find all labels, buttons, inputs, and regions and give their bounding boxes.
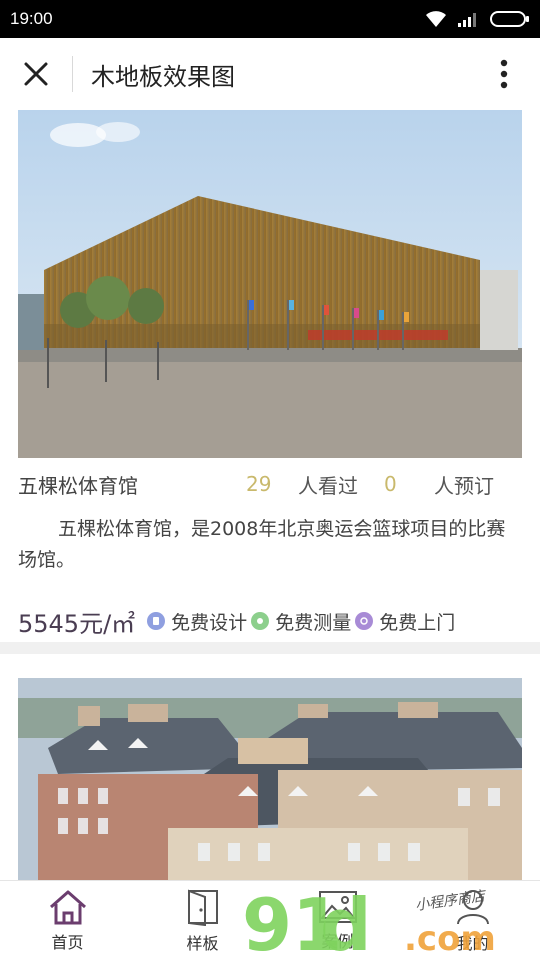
content-list[interactable]: 五棵松体育馆 29 人看过 0 人预订 五棵松体育馆，是2008年北京奥运会篮球…: [0, 110, 540, 880]
bottom-nav: 首页 样板 案例 我的: [0, 880, 540, 960]
measure-icon: [251, 612, 270, 630]
page-title: 木地板效果图: [91, 62, 235, 91]
image-icon: [318, 890, 357, 923]
service-label: 免费测量: [275, 611, 352, 634]
battery-icon: [490, 11, 529, 27]
stadium-photo: [18, 110, 522, 458]
close-button[interactable]: [0, 38, 72, 110]
title-bar: 木地板效果图: [0, 38, 540, 110]
signal-icon: [458, 13, 476, 27]
views-count: 29: [246, 472, 272, 496]
user-icon: [456, 889, 489, 924]
more-button[interactable]: [468, 38, 540, 110]
status-time: 19:00: [10, 9, 53, 28]
visit-icon: [355, 612, 374, 630]
nav-item-samples[interactable]: 样板: [135, 881, 270, 960]
nav-label-mine: 我的: [456, 933, 489, 953]
item-description: 五棵松体育馆，是2008年北京奥运会篮球项目的比赛场馆。: [18, 518, 506, 571]
service-label: 免费设计: [171, 611, 248, 634]
service-free-measure: 免费测量: [251, 608, 351, 635]
stadium-image[interactable]: [18, 110, 522, 458]
nav-item-home[interactable]: 首页: [0, 881, 135, 960]
home-icon: [49, 890, 86, 924]
list-separator: [0, 642, 540, 654]
door-icon: [187, 889, 218, 926]
title-divider: [72, 56, 73, 92]
more-vertical-icon: [500, 59, 508, 89]
status-icons: [424, 10, 530, 28]
service-free-design: 免费设计: [147, 608, 247, 635]
item-name[interactable]: 五棵松体育馆: [18, 470, 246, 499]
item-stats-row: 五棵松体育馆 29 人看过 0 人预订: [18, 466, 522, 502]
booked-label: 人预订: [434, 473, 494, 498]
nav-label-home: 首页: [51, 932, 84, 952]
nav-item-mine[interactable]: 我的: [405, 881, 540, 960]
views-label: 人看过: [298, 473, 358, 498]
service-free-visit: 免费上门: [355, 608, 455, 635]
nav-label-cases: 案例: [321, 931, 354, 951]
nav-item-cases[interactable]: 案例: [270, 881, 405, 960]
status-bar: 19:00: [0, 0, 540, 38]
close-icon: [24, 62, 48, 86]
item-price: 5545元/㎡: [18, 609, 136, 638]
wifi-icon: [426, 11, 446, 27]
booked-count: 0: [384, 472, 397, 496]
service-label: 免费上门: [379, 611, 456, 634]
design-icon: [147, 612, 166, 630]
nav-label-samples: 样板: [186, 933, 219, 953]
price-row: 5545元/㎡ 免费设计 免费测量 免费上门: [18, 602, 528, 640]
villa-photo: [18, 678, 522, 880]
villa-image[interactable]: [18, 678, 522, 880]
